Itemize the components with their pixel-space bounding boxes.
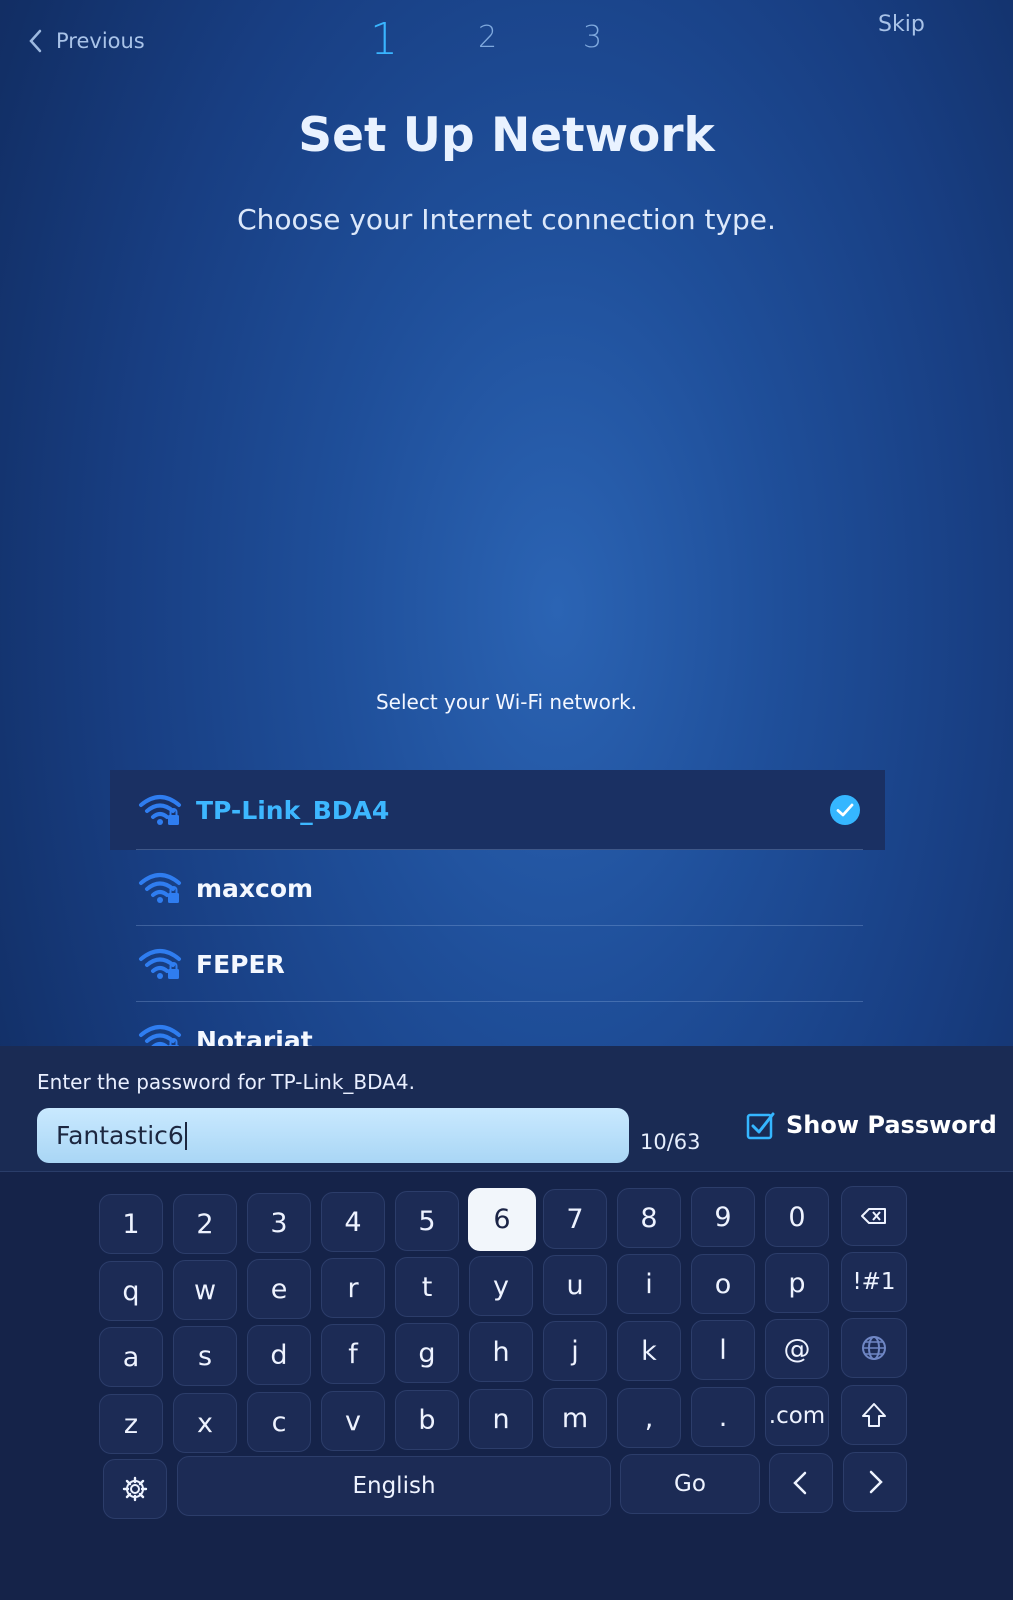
page-subtitle: Choose your Internet connection type. [237,203,776,236]
key-2[interactable]: 2 [173,1194,237,1254]
key-0[interactable]: 0 [765,1187,829,1247]
key-period[interactable]: . [691,1387,755,1447]
globe-icon [862,1336,886,1360]
language-select-key[interactable]: English [177,1456,611,1516]
wifi-network-list: TP-Link_BDA4 maxcom FEPER Notariat [110,770,885,1078]
key-w[interactable]: w [173,1260,237,1320]
skip-button[interactable]: Skip [878,12,925,37]
shift-key[interactable] [841,1385,907,1445]
text-cursor [184,1121,187,1150]
key-4[interactable]: 4 [321,1192,385,1252]
key-y[interactable]: y [469,1256,533,1316]
show-password-label: Show Password [786,1111,997,1139]
key-r[interactable]: r [321,1258,385,1318]
language-key[interactable] [841,1318,907,1378]
settings-key[interactable] [103,1459,167,1519]
key-8[interactable]: 8 [617,1188,681,1248]
page-title: Set Up Network [298,108,715,163]
wifi-network-item[interactable]: FEPER [110,926,885,1002]
key-c[interactable]: c [247,1392,311,1452]
cursor-left-key[interactable] [769,1453,833,1513]
key-z[interactable]: z [99,1394,163,1454]
step-indicator: 1 2 3 [370,10,620,70]
arrow-right-icon [869,1470,883,1494]
key-5[interactable]: 5 [395,1191,459,1251]
key-comma[interactable]: , [617,1388,681,1448]
wifi-lock-icon [139,949,181,979]
wifi-network-name: TP-Link_BDA4 [196,795,390,825]
symbols-key[interactable]: !#1 [841,1252,907,1312]
key-3[interactable]: 3 [247,1193,311,1253]
wifi-list-heading: Select your Wi-Fi network. [375,690,638,714]
wifi-network-item[interactable]: TP-Link_BDA4 [110,770,885,850]
key-f[interactable]: f [321,1324,385,1384]
key-7[interactable]: 7 [543,1189,607,1249]
key-n[interactable]: n [469,1389,533,1449]
key-at[interactable]: @ [765,1319,829,1379]
show-password-checkbox[interactable]: Show Password [746,1110,997,1140]
key-b[interactable]: b [395,1390,459,1450]
backspace-icon [861,1208,886,1224]
password-prompt: Enter the password for TP-Link_BDA4. [37,1070,415,1094]
key-o[interactable]: o [691,1254,755,1314]
key-g[interactable]: g [395,1323,459,1383]
previous-button[interactable]: Previous [26,28,145,54]
checkmark-icon [830,795,860,825]
gear-icon [122,1476,148,1502]
password-value: Fantastic6 [56,1121,184,1150]
cursor-right-key[interactable] [843,1452,907,1512]
key-k[interactable]: k [617,1321,681,1381]
wifi-network-name: maxcom [196,873,314,903]
key-6[interactable]: 6 [468,1188,536,1251]
key-a[interactable]: a [99,1327,163,1387]
key-x[interactable]: x [173,1393,237,1453]
step-2: 2 [478,20,498,55]
key-i[interactable]: i [617,1254,681,1314]
arrow-left-icon [793,1471,807,1495]
backspace-key[interactable] [841,1186,907,1246]
password-input[interactable]: Fantastic6 [37,1108,629,1163]
key-dotcom[interactable]: .com [765,1386,829,1446]
previous-label: Previous [56,29,145,53]
key-l[interactable]: l [691,1320,755,1380]
wifi-lock-icon [139,795,181,825]
key-h[interactable]: h [469,1322,533,1382]
top-bar: Previous 1 2 3 Skip [0,0,1013,90]
key-e[interactable]: e [247,1259,311,1319]
key-9[interactable]: 9 [691,1187,755,1247]
key-m[interactable]: m [543,1388,607,1448]
key-d[interactable]: d [247,1325,311,1385]
key-p[interactable]: p [765,1253,829,1313]
wifi-network-item[interactable]: maxcom [110,850,885,926]
key-u[interactable]: u [543,1255,607,1315]
key-t[interactable]: t [395,1257,459,1317]
key-q[interactable]: q [99,1261,163,1321]
step-3: 3 [583,20,603,55]
character-counter: 10/63 [640,1130,701,1154]
wifi-network-name: FEPER [196,949,285,979]
shift-icon [862,1403,886,1427]
onscreen-keyboard-panel: Enter the password for TP-Link_BDA4. Fan… [0,1046,1013,1600]
key-j[interactable]: j [543,1321,607,1381]
chevron-left-icon [29,29,42,53]
password-entry-area: Enter the password for TP-Link_BDA4. Fan… [0,1046,1013,1172]
go-key[interactable]: Go [620,1454,760,1514]
key-1[interactable]: 1 [99,1194,163,1254]
key-v[interactable]: v [321,1391,385,1451]
step-1: 1 [370,14,398,65]
wifi-lock-icon [139,873,181,903]
checkbox-checked-icon [746,1112,775,1140]
key-s[interactable]: s [173,1326,237,1386]
